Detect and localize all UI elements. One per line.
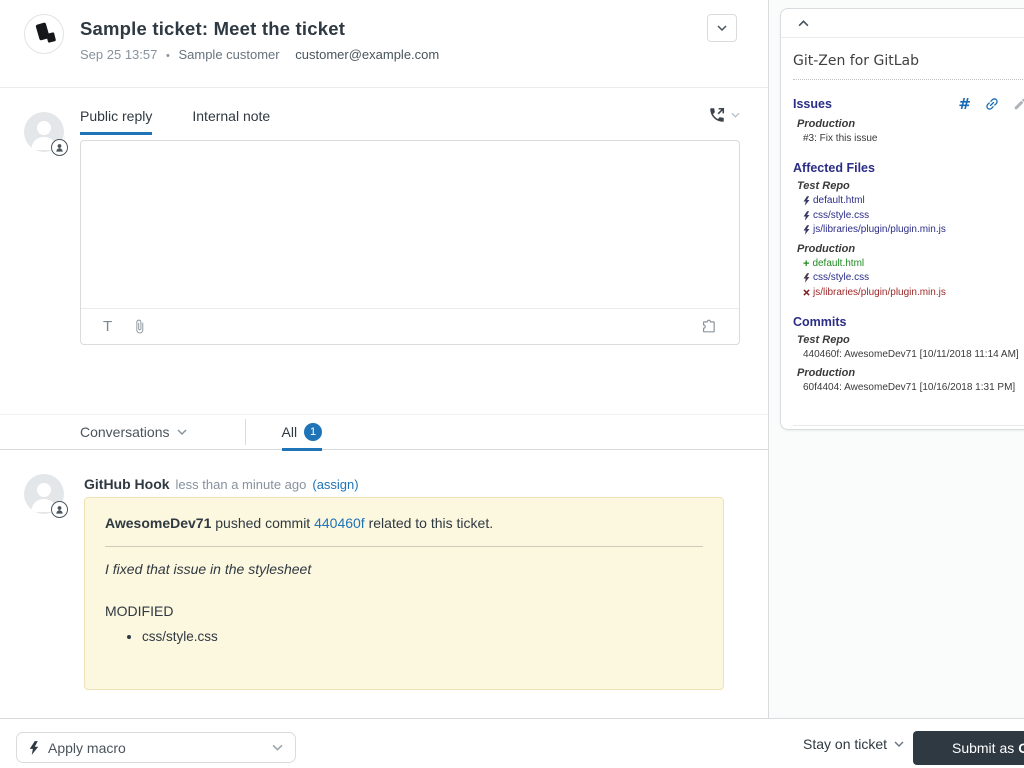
edit-issue-button[interactable] [1013,97,1024,111]
commit-link[interactable]: 440460f [314,515,365,531]
requester-name: Sample customer [178,47,279,62]
stay-on-ticket-label: Stay on ticket [803,736,887,752]
modified-file: css/style.css [142,629,703,644]
filter-tab-all[interactable]: All 1 [282,414,323,450]
link-issue-number-button[interactable]: # [958,95,971,113]
apply-macro-select[interactable]: Apply macro [16,732,296,763]
chevron-down-icon [717,25,727,31]
ticket-footer: Apply macro Stay on ticket Submit as Ope… [0,718,1024,768]
app-title: Git-Zen for GitLab [793,50,1024,80]
ticket-header: Sample ticket: Meet the ticket Sep 25 13… [0,0,768,88]
affected-file-link[interactable]: css/style.css [803,209,1024,224]
modified-bolt-icon [803,196,810,206]
chevron-down-icon [272,744,283,751]
issue-item: #3: Fix this issue [803,132,1024,146]
modified-file-list: css/style.css [142,629,703,644]
apply-macro-label: Apply macro [48,740,126,756]
chevron-up-icon [798,20,809,27]
divider [245,419,246,445]
internal-note-card: AwesomeDev71 pushed commit 440460f relat… [84,497,724,690]
ticket-main: Sample ticket: Meet the ticket Sep 25 13… [0,0,769,718]
note-summary: AwesomeDev71 pushed commit 440460f relat… [105,515,703,531]
commits-repo-name: Production [797,367,1024,379]
issues-heading: Issues [793,97,832,111]
files-repo-name: Test Repo [797,180,1024,192]
comment-header: GitHub Hook less than a minute ago (assi… [84,476,359,492]
ticket-logo-icon [25,15,63,53]
modified-bolt-icon [803,211,810,221]
apps-stamp-icon [700,318,717,335]
tab-public-reply[interactable]: Public reply [80,104,152,135]
meta-separator: • [166,50,170,62]
removed-x-icon [803,289,810,296]
affected-file-link[interactable]: css/style.css [803,271,1024,286]
filter-all-label: All [282,424,298,440]
submit-status: Open [1018,740,1024,756]
app-copyright: ©2018 git-zen.com [793,425,1024,430]
reply-editor: T [80,140,740,345]
affected-file-link[interactable]: + default.html [803,257,1024,272]
comment-timestamp: less than a minute ago [176,477,307,492]
conversation-count-badge: 1 [304,423,322,441]
affected-file-link[interactable]: default.html [803,194,1024,209]
composer-tabs: Public reply Internal note [80,104,740,136]
submit-button[interactable]: Submit as Open [913,731,1024,765]
conversations-dropdown[interactable]: Conversations [80,424,187,440]
chevron-down-icon [731,112,740,118]
modified-bolt-icon [803,225,810,235]
chevron-down-icon [894,741,904,747]
comment-avatar [24,474,64,514]
commits-repo-name: Test Repo [797,334,1024,346]
ticket-options-button[interactable] [707,14,737,42]
call-forward-icon [708,106,726,124]
commit-message: I fixed that issue in the stylesheet [105,561,703,577]
paperclip-icon [132,318,147,335]
attachment-button[interactable] [132,318,147,335]
page-title: Sample ticket: Meet the ticket [80,18,439,40]
tab-internal-note[interactable]: Internal note [192,104,270,135]
stay-on-ticket-dropdown[interactable]: Stay on ticket [803,719,904,768]
conversations-label: Conversations [80,424,170,440]
collapse-app-button[interactable] [781,9,1024,38]
ticket-meta: Sep 25 13:57 • Sample customer customer@… [80,47,439,62]
apps-sidebar: Git-Zen for GitLab Issues # Production [769,0,1024,718]
agent-avatar [24,112,64,152]
gitzen-app-card: Git-Zen for GitLab Issues # Production [780,8,1024,430]
added-plus-icon: + [803,259,809,269]
files-repo-name: Production [797,243,1024,255]
affected-file-link[interactable]: js/libraries/plugin/plugin.min.js [803,223,1024,238]
modified-bolt-icon [803,273,810,283]
macro-lightning-icon [29,741,39,755]
commits-heading: Commits [793,315,846,329]
commit-item: 440460f: AwesomeDev71 [10/11/2018 11:14 … [803,348,1024,362]
assign-link[interactable]: (assign) [312,477,358,492]
note-author: AwesomeDev71 [105,515,211,531]
ticket-avatar [24,14,64,54]
end-user-badge-icon [51,501,68,518]
modified-label: MODIFIED [105,603,703,619]
app-root: Sample ticket: Meet the ticket Sep 25 13… [0,0,1024,768]
reply-textarea[interactable] [81,141,739,308]
requester-email: customer@example.com [295,47,439,62]
issue-repo-name: Production [797,118,1024,130]
chevron-down-icon [177,429,187,435]
composer-toolbar: T [81,308,739,344]
commit-item: 60f4404: AwesomeDev71 [10/16/2018 1:31 P… [803,381,1024,395]
text-format-button[interactable]: T [103,318,112,335]
affected-files-heading: Affected Files [793,161,875,175]
call-customer-button[interactable] [708,104,740,124]
apps-button[interactable] [700,318,717,335]
conversations-bar: Conversations All 1 [0,414,768,450]
comment-author: GitHub Hook [84,476,170,492]
link-issue-button[interactable] [981,93,1004,116]
end-user-badge-icon [51,139,68,156]
ticket-timestamp: Sep 25 13:57 [80,47,157,62]
affected-file-link[interactable]: js/libraries/plugin/plugin.min.js [803,286,1024,301]
note-divider [105,546,703,547]
